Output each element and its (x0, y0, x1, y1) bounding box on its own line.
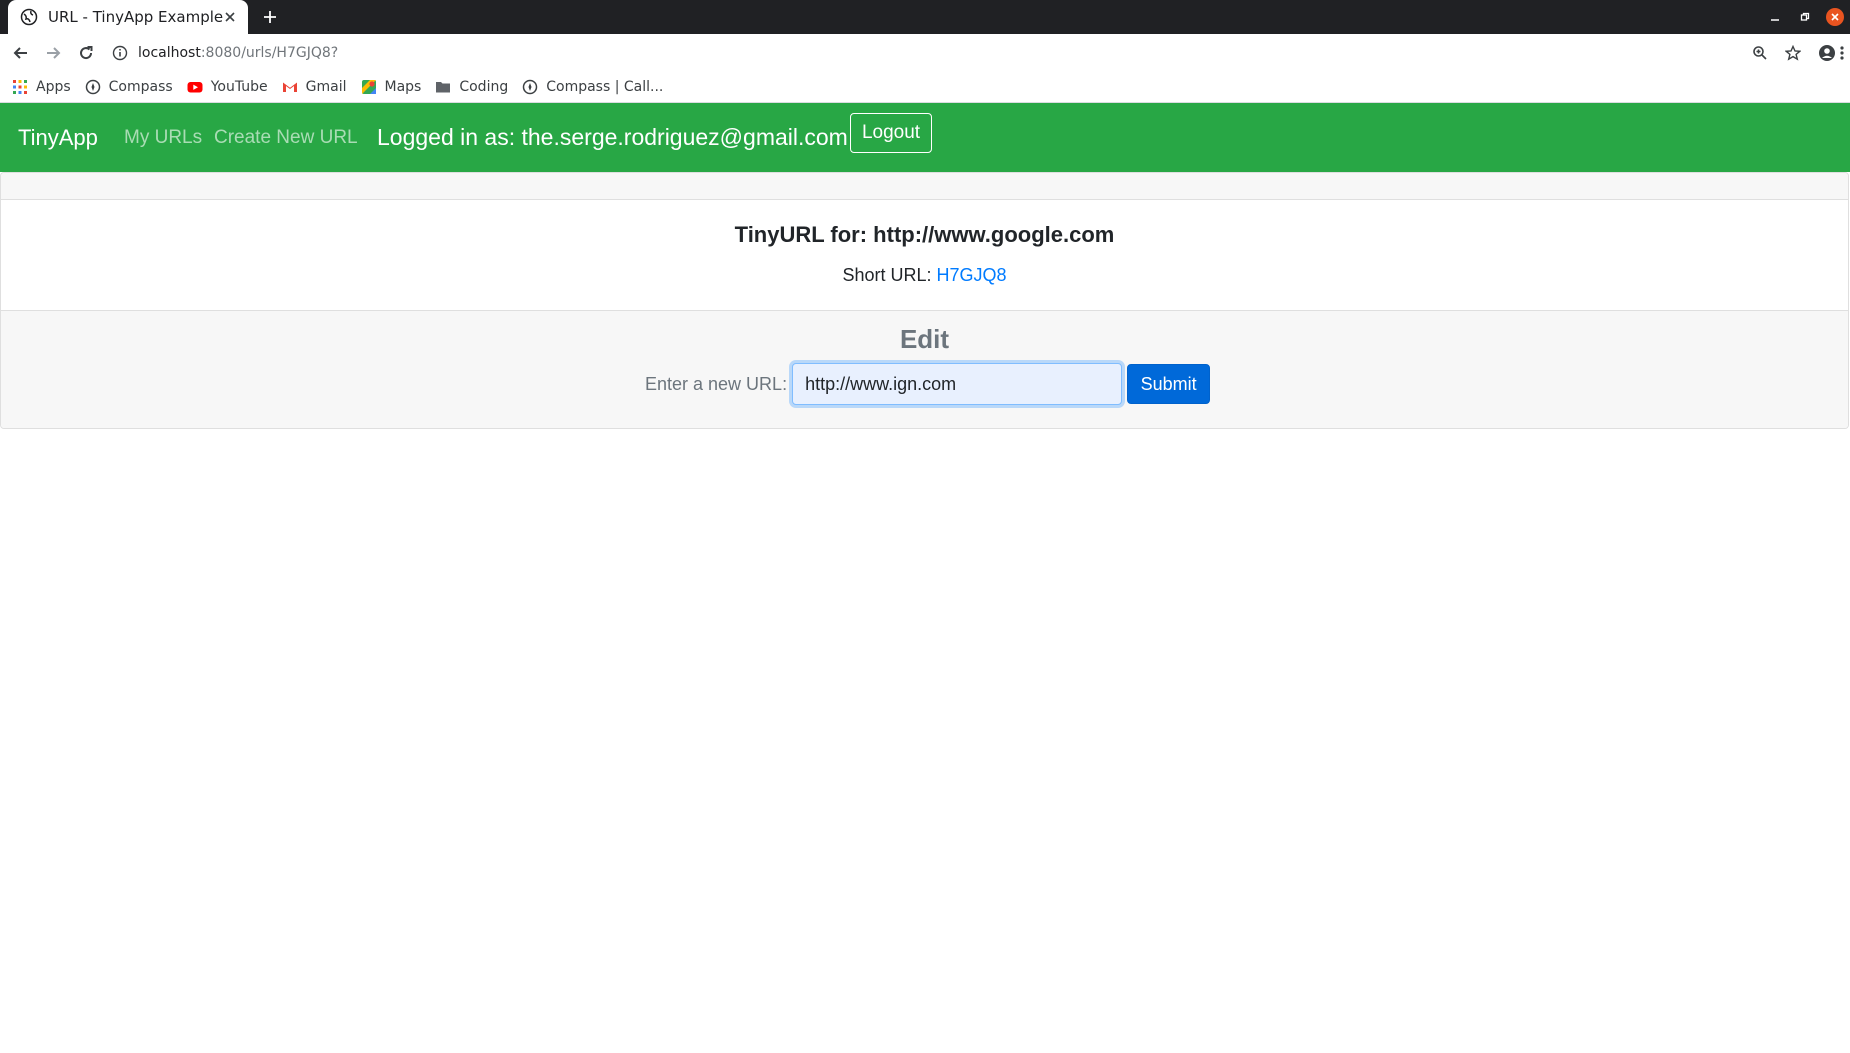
submit-button[interactable]: Submit (1127, 364, 1211, 404)
bookmark-star-icon[interactable] (1780, 40, 1806, 66)
edit-section: Edit Enter a new URL: Submit (1, 310, 1848, 428)
logged-in-text: Logged in as: the.serge.rodriguez@gmail.… (377, 124, 848, 150)
bookmark-label: Maps (384, 78, 422, 95)
window-controls (1760, 0, 1850, 34)
bookmark-compass[interactable]: Compass (85, 79, 173, 95)
new-url-label: Enter a new URL: (645, 373, 788, 394)
menu-kebab-icon[interactable] (1835, 40, 1849, 66)
browser-tab-strip: URL - TinyApp Example (0, 0, 1850, 34)
globe-icon (20, 8, 38, 26)
bookmark-label: Coding (459, 78, 509, 95)
new-tab-icon[interactable] (258, 5, 282, 29)
bookmark-label: YouTube (210, 78, 268, 95)
app-navbar: TinyApp My URLs Create New URL Logged in… (0, 103, 1850, 172)
compass-icon (85, 79, 101, 95)
browser-tab[interactable]: URL - TinyApp Example (8, 0, 248, 34)
bookmark-youtube[interactable]: YouTube (187, 79, 268, 95)
bookmark-coding-folder[interactable]: Coding (435, 79, 508, 95)
url-path: :8080/urls/H7GJQ8? (200, 45, 339, 61)
bookmark-label: Gmail (305, 78, 347, 95)
tab-title: URL - TinyApp Example (48, 8, 224, 26)
forward-arrow-icon[interactable] (40, 40, 66, 66)
zoom-icon[interactable] (1747, 40, 1773, 66)
url-card: TinyURL for: http://www.google.com Short… (0, 172, 1849, 429)
card-header (1, 173, 1848, 200)
bookmark-compass-call[interactable]: Compass | Call... (522, 79, 663, 95)
bookmark-apps[interactable]: Apps (12, 79, 71, 95)
apps-grid-icon (12, 79, 28, 95)
card-body: TinyURL for: http://www.google.com Short… (1, 200, 1848, 311)
minimize-icon[interactable] (1760, 0, 1790, 34)
bookmark-gmail[interactable]: Gmail (282, 79, 347, 95)
youtube-icon (187, 79, 203, 95)
window-close-icon[interactable] (1820, 0, 1850, 34)
browser-toolbar: localhost:8080/urls/H7GJQ8? (0, 34, 1850, 71)
nav-create-new-url[interactable]: Create New URL (214, 127, 358, 149)
back-arrow-icon[interactable] (8, 40, 34, 66)
nav-my-urls[interactable]: My URLs (124, 127, 202, 149)
info-icon[interactable] (112, 45, 128, 61)
reload-icon[interactable] (73, 40, 99, 66)
compass-icon (522, 79, 538, 95)
gmail-icon (282, 79, 298, 95)
brand-link[interactable]: TinyApp (18, 125, 98, 151)
restore-icon[interactable] (1790, 0, 1820, 34)
bookmark-label: Compass | Call... (546, 78, 664, 95)
maps-icon (361, 79, 377, 95)
short-url-line: Short URL: H7GJQ8 (1, 265, 1848, 286)
bookmarks-bar: Apps Compass YouTube Gmail Maps Coding C… (0, 71, 1850, 103)
edit-url-form: Enter a new URL: Submit (645, 363, 1211, 405)
logout-button[interactable]: Logout (850, 113, 932, 153)
bookmark-maps[interactable]: Maps (361, 78, 422, 95)
folder-icon (435, 79, 451, 95)
address-bar[interactable]: localhost:8080/urls/H7GJQ8? (112, 39, 1732, 67)
card-title: TinyURL for: http://www.google.com (734, 222, 1115, 247)
bookmark-label: Apps (36, 78, 71, 95)
edit-title: Edit (899, 324, 950, 354)
bookmark-label: Compass (108, 78, 173, 95)
new-url-input[interactable] (792, 363, 1123, 405)
url-host: localhost (138, 45, 201, 61)
close-tab-icon[interactable] (223, 8, 236, 26)
short-url-link[interactable]: H7GJQ8 (937, 265, 1007, 285)
short-url-label: Short URL: (842, 265, 932, 285)
